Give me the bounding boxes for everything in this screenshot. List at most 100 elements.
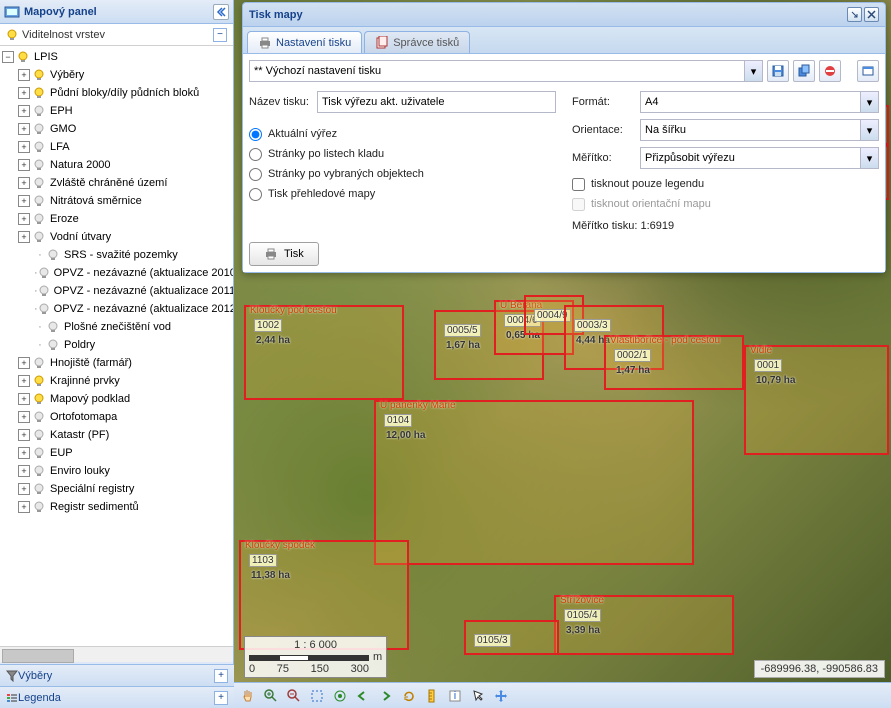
horizontal-scrollbar[interactable] (0, 646, 233, 662)
tree-item[interactable]: +EPH (0, 102, 233, 120)
minus-icon[interactable]: − (213, 28, 227, 42)
plus-icon[interactable]: + (214, 669, 228, 683)
tree-item[interactable]: +Eroze (0, 210, 233, 228)
tree-item[interactable]: +Nitrátová směrnice (0, 192, 233, 210)
map-parcel[interactable]: Vlastiboříce - pod cestou0002/11,47 ha (604, 335, 744, 390)
bulb-off-icon[interactable] (32, 212, 46, 226)
save-preset-icon[interactable] (767, 60, 789, 82)
print-button[interactable]: Tisk (249, 242, 319, 266)
name-input[interactable] (317, 91, 556, 113)
expand-icon[interactable]: + (18, 447, 30, 459)
bulb-off-icon[interactable] (32, 158, 46, 172)
move-icon[interactable] (491, 686, 511, 706)
expand-icon[interactable]: + (18, 141, 30, 153)
bulb-off-icon[interactable] (32, 230, 46, 244)
bulb-off-icon[interactable] (46, 320, 60, 334)
select-icon[interactable] (468, 686, 488, 706)
tree-item[interactable]: +Hnojiště (farmář) (0, 354, 233, 372)
expand-icon[interactable]: + (18, 375, 30, 387)
info-icon[interactable]: i (445, 686, 465, 706)
tree-item[interactable]: ·OPVZ - nezávazné (aktualizace 2010 (0, 264, 233, 282)
bulb-off-icon[interactable] (32, 356, 46, 370)
checkbox-input[interactable] (572, 178, 585, 191)
tree-item[interactable]: +Zvláště chráněné území (0, 174, 233, 192)
tree-item[interactable]: +LFA (0, 138, 233, 156)
expand-icon[interactable]: + (18, 465, 30, 477)
expand-icon[interactable]: + (18, 87, 30, 99)
map-parcel[interactable]: 0105/3 (464, 620, 559, 655)
chevron-down-icon[interactable]: ▾ (860, 148, 878, 168)
tree-item[interactable]: +Vodní útvary (0, 228, 233, 246)
map-parcel[interactable]: Střížovice0105/43,39 ha (554, 595, 734, 655)
bulb-on-icon[interactable] (32, 374, 46, 388)
radio-current-extent[interactable]: Aktuální výřez (249, 124, 556, 144)
collapse-left-icon[interactable] (213, 4, 229, 20)
expand-icon[interactable]: + (18, 213, 30, 225)
tree-item[interactable]: ·Plošné znečištění vod (0, 318, 233, 336)
next-extent-icon[interactable] (376, 686, 396, 706)
scale-select[interactable]: Přizpůsobit výřezu ▾ (640, 147, 879, 169)
expand-icon[interactable]: + (18, 231, 30, 243)
collapse-icon[interactable]: − (2, 51, 14, 63)
bulb-off-icon[interactable] (32, 482, 46, 496)
expand-icon[interactable]: + (18, 411, 30, 423)
expand-icon[interactable]: + (18, 69, 30, 81)
preset-combo[interactable]: ** Výchozí nastavení tisku ▾ (249, 60, 763, 82)
bulb-on-icon[interactable] (32, 68, 46, 82)
full-extent-icon[interactable] (330, 686, 350, 706)
minimize-icon[interactable] (847, 7, 862, 22)
bulb-off-icon[interactable] (38, 284, 50, 298)
bulb-off-icon[interactable] (32, 464, 46, 478)
tree-item[interactable]: +GMO (0, 120, 233, 138)
bulb-off-icon[interactable] (32, 194, 46, 208)
tree-item[interactable]: +Mapový podklad (0, 390, 233, 408)
accordion-vybery[interactable]: Výběry + (0, 664, 234, 686)
format-select[interactable]: A4 ▾ (640, 91, 879, 113)
close-icon[interactable] (864, 7, 879, 22)
tree-item[interactable]: +Výběry (0, 66, 233, 84)
window-preset-icon[interactable] (857, 60, 879, 82)
chevron-down-icon[interactable]: ▾ (860, 92, 878, 112)
copy-preset-icon[interactable] (793, 60, 815, 82)
radio-input[interactable] (249, 188, 262, 201)
bulb-off-icon[interactable] (38, 266, 50, 280)
expand-icon[interactable]: + (18, 501, 30, 513)
expand-icon[interactable]: + (18, 483, 30, 495)
tab-settings[interactable]: Nastavení tisku (247, 31, 362, 53)
tree-item[interactable]: +Natura 2000 (0, 156, 233, 174)
tree-item[interactable]: +Registr sedimentů (0, 498, 233, 516)
tree-item[interactable]: +EUP (0, 444, 233, 462)
tree-item[interactable]: +Enviro louky (0, 462, 233, 480)
delete-preset-icon[interactable] (819, 60, 841, 82)
zoom-rect-icon[interactable] (307, 686, 327, 706)
radio-overview[interactable]: Tisk přehledové mapy (249, 184, 556, 204)
bulb-off-icon[interactable] (46, 248, 60, 262)
tree-item[interactable]: ·OPVZ - nezávazné (aktualizace 2011 (0, 282, 233, 300)
radio-input[interactable] (249, 168, 262, 181)
expand-icon[interactable]: + (18, 159, 30, 171)
bulb-off-icon[interactable] (32, 446, 46, 460)
bulb-off-icon[interactable] (46, 338, 60, 352)
refresh-icon[interactable] (399, 686, 419, 706)
map-parcel[interactable]: Vidle000110,79 ha (744, 345, 889, 455)
dialog-header[interactable]: Tisk mapy (243, 3, 885, 27)
tree-item[interactable]: +Katastr (PF) (0, 426, 233, 444)
expand-icon[interactable]: + (18, 429, 30, 441)
orient-select[interactable]: Na šířku ▾ (640, 119, 879, 141)
tree-item[interactable]: ·OPVZ - nezávazné (aktualizace 2012 (0, 300, 233, 318)
plus-icon[interactable]: + (214, 691, 228, 705)
bulb-off-icon[interactable] (32, 500, 46, 514)
bulb-off-icon[interactable] (32, 428, 46, 442)
expand-icon[interactable]: + (18, 357, 30, 369)
tree-item[interactable]: ·Poldry (0, 336, 233, 354)
radio-input[interactable] (249, 128, 262, 141)
map-parcel[interactable]: Kloučky pod cestou10022,44 ha (244, 305, 404, 400)
bulb-off-icon[interactable] (32, 104, 46, 118)
accordion-legenda[interactable]: Legenda + (0, 686, 234, 708)
bulb-off-icon[interactable] (32, 140, 46, 154)
bulb-off-icon[interactable] (32, 410, 46, 424)
bulb-off-icon[interactable] (38, 302, 50, 316)
radio-input[interactable] (249, 148, 262, 161)
expand-icon[interactable]: + (18, 393, 30, 405)
check-legend-only[interactable]: tisknout pouze legendu (572, 174, 879, 194)
